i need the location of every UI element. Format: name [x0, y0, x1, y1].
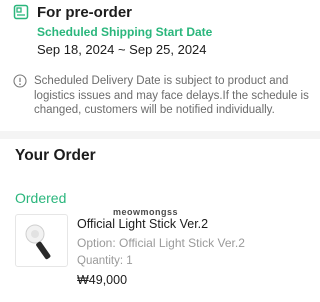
order-status-label: Ordered [15, 190, 67, 206]
shipping-date-range: Sep 18, 2024 ~ Sep 25, 2024 [37, 42, 207, 57]
product-name[interactable]: Official Light Stick Ver.2 [77, 217, 208, 231]
product-option: Option: Official Light Stick Ver.2 [77, 236, 245, 250]
light-stick-icon [25, 224, 51, 260]
delivery-notice: Scheduled Delivery Date is subject to pr… [34, 75, 309, 116]
product-price: ₩49,000 [77, 273, 128, 287]
preorder-title: For pre-order [37, 4, 133, 21]
info-circle-icon [13, 74, 27, 88]
product-thumbnail[interactable] [15, 214, 68, 267]
watermark-text: meowmongss [113, 207, 179, 217]
order-section-title: Your Order [15, 147, 96, 164]
section-divider [0, 131, 320, 139]
product-quantity: Quantity: 1 [77, 255, 133, 267]
calendar-box-icon [13, 4, 29, 20]
shipping-start-label: Scheduled Shipping Start Date [37, 25, 213, 39]
